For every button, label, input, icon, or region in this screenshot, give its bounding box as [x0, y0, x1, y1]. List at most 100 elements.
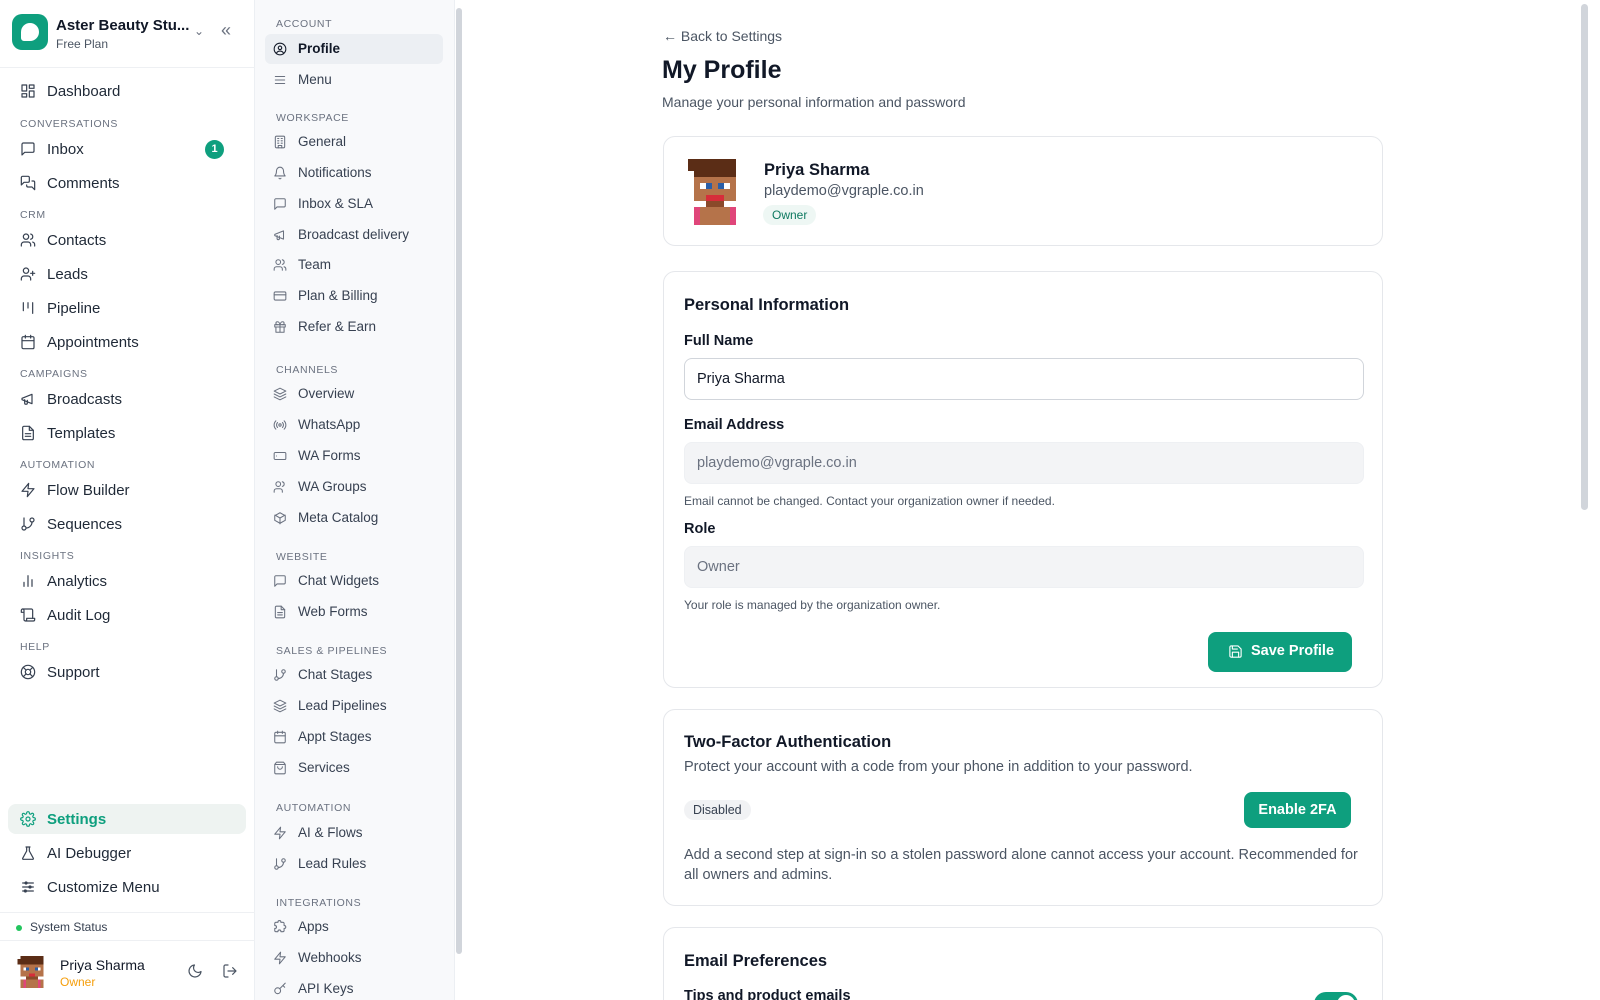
- nav-leads[interactable]: Leads: [8, 259, 246, 289]
- subnav-notifications[interactable]: Notifications: [265, 158, 443, 188]
- subnav-wa-forms[interactable]: WA Forms: [265, 441, 443, 471]
- nav-customize-menu[interactable]: Customize Menu: [8, 872, 246, 902]
- subnav-api-keys[interactable]: API Keys: [265, 974, 443, 1000]
- subnav-ai-flows[interactable]: AI & Flows: [265, 818, 443, 848]
- logout-icon[interactable]: [222, 963, 238, 979]
- credit-card-icon: [273, 291, 287, 301]
- full-name-input[interactable]: [684, 358, 1364, 400]
- subnav-section-channels: CHANNELS: [276, 364, 338, 376]
- calendar-icon: [274, 730, 286, 744]
- profile-avatar[interactable]: [688, 159, 742, 225]
- subnav-section-sales: SALES & PIPELINES: [276, 645, 388, 657]
- workspace-switcher[interactable]: Aster Beauty Stu... Free Plan ⌄ «: [0, 0, 255, 68]
- user-footer: Priya Sharma Owner: [0, 940, 255, 1000]
- subnav-label: AI & Flows: [298, 825, 363, 840]
- nav-templates[interactable]: Templates: [8, 418, 246, 448]
- nav-label: Broadcasts: [47, 391, 123, 408]
- subnav-team[interactable]: Team: [265, 250, 443, 280]
- subnav-refer-earn[interactable]: Refer & Earn: [265, 312, 443, 342]
- key-icon: [274, 982, 286, 995]
- two-factor-status-badge: Disabled: [684, 800, 751, 820]
- profile-email: playdemo@vgraple.co.in: [764, 183, 924, 199]
- nav-dashboard[interactable]: Dashboard: [8, 76, 246, 106]
- subnav-label: Refer & Earn: [298, 319, 377, 334]
- flask-icon: [21, 846, 35, 860]
- nav-comments[interactable]: Comments: [8, 168, 246, 198]
- workspace-plan: Free Plan: [56, 37, 109, 51]
- subnav-whatsapp[interactable]: WhatsApp: [265, 410, 443, 440]
- shopping-bag-icon: [274, 761, 286, 775]
- lightning-icon: [21, 482, 35, 498]
- subnav-web-forms[interactable]: Web Forms: [265, 597, 443, 627]
- subnav-plan-billing[interactable]: Plan & Billing: [265, 281, 443, 311]
- nav-label: Flow Builder: [47, 482, 130, 499]
- chevron-down-icon[interactable]: ⌄: [194, 24, 204, 38]
- moon-icon[interactable]: [187, 963, 203, 979]
- subnav-label: Overview: [298, 386, 355, 401]
- subnav-label: Meta Catalog: [298, 510, 379, 525]
- two-factor-card: Two-Factor Authentication Protect your a…: [663, 709, 1383, 906]
- nav-analytics[interactable]: Analytics: [8, 566, 246, 596]
- nav-label: Leads: [47, 266, 88, 283]
- nav-inbox[interactable]: Inbox 1: [8, 134, 246, 164]
- scroll-icon: [20, 608, 36, 622]
- collapse-sidebar-icon[interactable]: «: [221, 20, 231, 41]
- status-dot-icon: [16, 925, 22, 931]
- nav-broadcasts[interactable]: Broadcasts: [8, 384, 246, 414]
- pipeline-icon: [22, 302, 34, 314]
- subnav-apps[interactable]: Apps: [265, 912, 443, 942]
- inbox-icon: [21, 142, 35, 156]
- nav-pipeline[interactable]: Pipeline: [8, 293, 246, 323]
- subnav-label: WA Forms: [298, 448, 361, 463]
- nav-section-automation: AUTOMATION: [20, 459, 96, 471]
- profile-name: Priya Sharma: [764, 161, 870, 179]
- subnav-webhooks[interactable]: Webhooks: [265, 943, 443, 973]
- subnav-label: WhatsApp: [298, 417, 361, 432]
- subnav-meta-catalog[interactable]: Meta Catalog: [265, 503, 443, 533]
- nav-label: AI Debugger: [47, 845, 132, 862]
- subnav-lead-rules[interactable]: Lead Rules: [265, 849, 443, 879]
- subnav-broadcast-delivery[interactable]: Broadcast delivery: [265, 220, 443, 250]
- subnav-section-website: WEBSITE: [276, 551, 328, 563]
- layers-icon: [273, 699, 287, 713]
- nav-settings[interactable]: Settings: [8, 804, 246, 834]
- subnav-chat-widgets[interactable]: Chat Widgets: [265, 566, 443, 596]
- subnav-overview[interactable]: Overview: [265, 379, 443, 409]
- nav-support[interactable]: Support: [8, 657, 246, 687]
- subnav-appt-stages[interactable]: Appt Stages: [265, 722, 443, 752]
- two-factor-description: Protect your account with a code from yo…: [684, 759, 1193, 775]
- subnav-inbox-sla[interactable]: Inbox & SLA: [265, 189, 443, 219]
- enable-2fa-button[interactable]: Enable 2FA: [1244, 792, 1351, 828]
- tips-emails-toggle[interactable]: [1314, 992, 1358, 1000]
- nav-appointments[interactable]: Appointments: [8, 327, 246, 357]
- subnav-wa-groups[interactable]: WA Groups: [265, 472, 443, 502]
- subnav-label: Notifications: [298, 165, 372, 180]
- puzzle-icon: [274, 920, 287, 933]
- subnav-menu[interactable]: Menu: [265, 65, 443, 95]
- layers-icon: [273, 387, 287, 401]
- save-profile-button[interactable]: Save Profile: [1208, 632, 1352, 672]
- main-scrollbar[interactable]: [1581, 4, 1588, 510]
- nav-sequences[interactable]: Sequences: [8, 509, 246, 539]
- chat-icon: [274, 575, 286, 587]
- subnav-lead-pipelines[interactable]: Lead Pipelines: [265, 691, 443, 721]
- subnav-general[interactable]: General: [265, 127, 443, 157]
- nav-contacts[interactable]: Contacts: [8, 225, 246, 255]
- subnav-chat-stages[interactable]: Chat Stages: [265, 660, 443, 690]
- nav-flow-builder[interactable]: Flow Builder: [8, 475, 246, 505]
- two-factor-explanation: Add a second step at sign-in so a stolen…: [684, 847, 1358, 883]
- radio-waves-icon: [273, 420, 287, 430]
- avatar[interactable]: [17, 956, 47, 988]
- nav-ai-debugger[interactable]: AI Debugger: [8, 838, 246, 868]
- back-to-settings-link[interactable]: ← Back to Settings: [663, 28, 782, 44]
- subnav-services[interactable]: Services: [265, 753, 443, 783]
- subnav-label: Plan & Billing: [298, 288, 378, 303]
- subnav-profile[interactable]: Profile: [265, 34, 443, 64]
- subnav-label: Chat Stages: [298, 667, 373, 682]
- building-icon: [274, 135, 286, 149]
- megaphone-icon: [274, 230, 285, 241]
- nav-audit-log[interactable]: Audit Log: [8, 600, 246, 630]
- git-branch-icon: [274, 858, 286, 870]
- system-status-link[interactable]: System Status: [0, 912, 255, 940]
- team-icon: [273, 259, 287, 271]
